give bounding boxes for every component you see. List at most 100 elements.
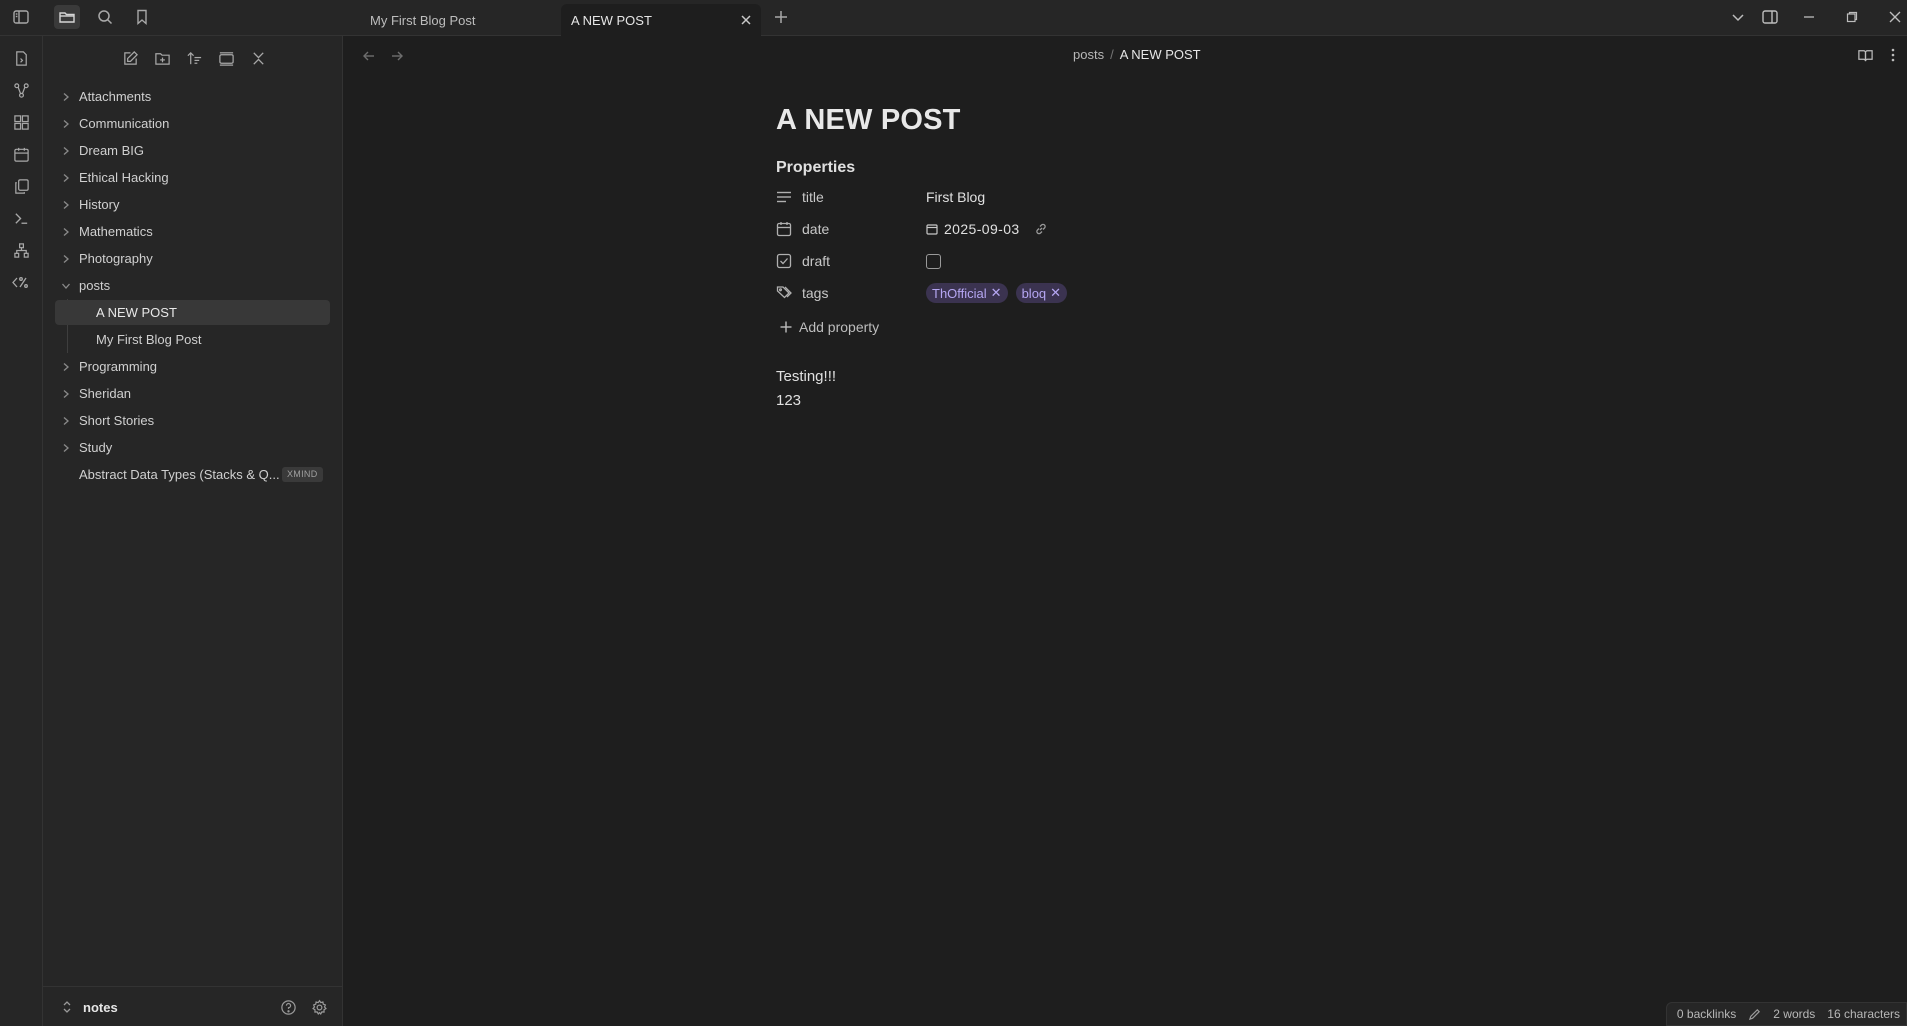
tag-label: bloq: [1021, 285, 1047, 301]
tag-pill[interactable]: bloq ✕: [1015, 283, 1068, 303]
calendar-icon[interactable]: [9, 142, 33, 166]
word-count[interactable]: 2 words: [1773, 1007, 1815, 1021]
backlinks-count[interactable]: 0 backlinks: [1677, 1007, 1736, 1021]
chevron-right-icon: [61, 146, 71, 156]
tree-file-my-first-blog-post[interactable]: My First Blog Post: [43, 326, 343, 353]
property-key[interactable]: draft: [802, 253, 830, 269]
tree-folder-posts[interactable]: posts: [43, 272, 343, 299]
draft-checkbox[interactable]: [926, 253, 941, 269]
tree-folder-study[interactable]: Study: [43, 434, 343, 461]
link-icon[interactable]: [1034, 222, 1048, 236]
tab-list-chevron-down-icon[interactable]: [1727, 6, 1749, 28]
property-value-date[interactable]: 2025-09-03: [926, 221, 1048, 237]
toggle-right-sidebar-icon[interactable]: [1759, 6, 1781, 28]
tree-item-label: Study: [79, 440, 113, 455]
auto-reveal-icon[interactable]: [214, 46, 238, 70]
files-folder-icon[interactable]: [54, 5, 80, 29]
property-draft: draft: [776, 245, 1476, 277]
calendar-icon[interactable]: [776, 221, 792, 237]
tree-item-label: Communication: [79, 116, 170, 131]
tree-file-abstract-data-types[interactable]: Abstract Data Types (Stacks & Q... XMIND: [43, 461, 343, 488]
tree-folder-attachments[interactable]: Attachments: [43, 83, 343, 110]
chevron-right-icon: [61, 389, 71, 399]
chevron-right-icon: [61, 200, 71, 210]
note-body[interactable]: Testing!!! 123: [776, 365, 1476, 413]
window-close-icon[interactable]: [1884, 6, 1906, 28]
tree-folder-communication[interactable]: Communication: [43, 110, 343, 137]
close-icon[interactable]: [739, 13, 753, 27]
pencil-icon[interactable]: [1748, 1008, 1761, 1021]
tab-a-new-post[interactable]: A NEW POST: [561, 4, 761, 36]
tree-item-label: Abstract Data Types (Stacks & Q...: [79, 467, 280, 482]
property-tags: tags ThOfficial ✕ bloq ✕: [776, 277, 1476, 309]
chevron-right-icon: [61, 443, 71, 453]
add-property-button[interactable]: Add property: [776, 309, 1476, 345]
tab-my-first-blog-post[interactable]: My First Blog Post: [360, 4, 560, 36]
new-note-icon[interactable]: [118, 46, 142, 70]
terminal-icon[interactable]: [9, 206, 33, 230]
tree-folder-photography[interactable]: Photography: [43, 245, 343, 272]
property-key[interactable]: tags: [802, 285, 828, 301]
file-tree: Attachments Communication Dream BIG Ethi…: [43, 83, 343, 488]
vault-name[interactable]: notes: [83, 1000, 118, 1015]
sort-icon[interactable]: [182, 46, 206, 70]
more-options-icon[interactable]: [1883, 45, 1903, 65]
bookmark-icon[interactable]: [129, 5, 155, 29]
tag-label: ThOfficial: [932, 285, 987, 301]
search-icon[interactable]: [92, 5, 118, 29]
tree-folder-mathematics[interactable]: Mathematics: [43, 218, 343, 245]
properties-heading[interactable]: Properties: [776, 159, 1476, 177]
forward-arrow-icon[interactable]: [387, 46, 407, 66]
character-count[interactable]: 16 characters: [1827, 1007, 1900, 1021]
tree-folder-programming[interactable]: Programming: [43, 353, 343, 380]
chevron-right-icon: [61, 254, 71, 264]
small-calendar-icon: [926, 223, 938, 235]
tree-folder-dream-big[interactable]: Dream BIG: [43, 137, 343, 164]
back-arrow-icon[interactable]: [359, 46, 379, 66]
text-lines-icon[interactable]: [776, 189, 792, 205]
tree-folder-ethical-hacking[interactable]: Ethical Hacking: [43, 164, 343, 191]
tree-item-label: Photography: [79, 251, 153, 266]
reading-view-book-icon[interactable]: [1855, 45, 1875, 65]
breadcrumb-separator: /: [1110, 47, 1114, 62]
templates-copy-icon[interactable]: [9, 174, 33, 198]
chevron-right-icon: [61, 119, 71, 129]
remove-tag-icon[interactable]: ✕: [991, 285, 1002, 301]
restore-icon[interactable]: [1841, 6, 1863, 28]
new-tab-plus-icon[interactable]: [768, 5, 794, 29]
note-title[interactable]: A NEW POST: [776, 104, 1476, 144]
date-value[interactable]: 2025-09-03: [944, 221, 1020, 237]
tree-file-a-new-post[interactable]: A NEW POST: [43, 299, 343, 326]
property-key[interactable]: date: [802, 221, 829, 237]
body-line[interactable]: Testing!!!: [776, 365, 1476, 389]
tree-item-label: A NEW POST: [96, 305, 177, 320]
tree-folder-short-stories[interactable]: Short Stories: [43, 407, 343, 434]
sitemap-icon[interactable]: [9, 238, 33, 262]
remove-tag-icon[interactable]: ✕: [1050, 285, 1061, 301]
property-key[interactable]: title: [802, 189, 824, 205]
breadcrumb-folder[interactable]: posts: [1073, 47, 1104, 62]
vault-switcher-chevrons-icon[interactable]: [61, 1000, 73, 1014]
tags-icon[interactable]: [776, 285, 792, 301]
canvas-grid-icon[interactable]: [9, 110, 33, 134]
open-quick-switcher-icon[interactable]: [9, 46, 33, 70]
checkbox-property-icon[interactable]: [776, 253, 792, 269]
graph-view-icon[interactable]: [9, 78, 33, 102]
tree-folder-sheridan[interactable]: Sheridan: [43, 380, 343, 407]
tree-folder-history[interactable]: History: [43, 191, 343, 218]
tree-item-label: posts: [79, 278, 111, 293]
plus-icon: [779, 320, 793, 334]
help-icon[interactable]: [280, 999, 297, 1016]
toggle-sidebar-icon[interactable]: [8, 5, 34, 29]
body-line[interactable]: 123: [776, 389, 1476, 413]
minimize-icon[interactable]: [1798, 6, 1820, 28]
settings-gear-icon[interactable]: [311, 999, 328, 1016]
collapse-all-icon[interactable]: [246, 46, 270, 70]
status-bar: 0 backlinks 2 words 16 characters: [1665, 1002, 1907, 1026]
new-folder-icon[interactable]: [150, 46, 174, 70]
property-value-tags: ThOfficial ✕ bloq ✕: [926, 283, 1075, 303]
tag-pill[interactable]: ThOfficial ✕: [926, 283, 1008, 303]
property-value-title[interactable]: First Blog: [926, 189, 985, 205]
templater-percent-icon[interactable]: [9, 270, 33, 294]
breadcrumb-current[interactable]: A NEW POST: [1120, 47, 1201, 62]
